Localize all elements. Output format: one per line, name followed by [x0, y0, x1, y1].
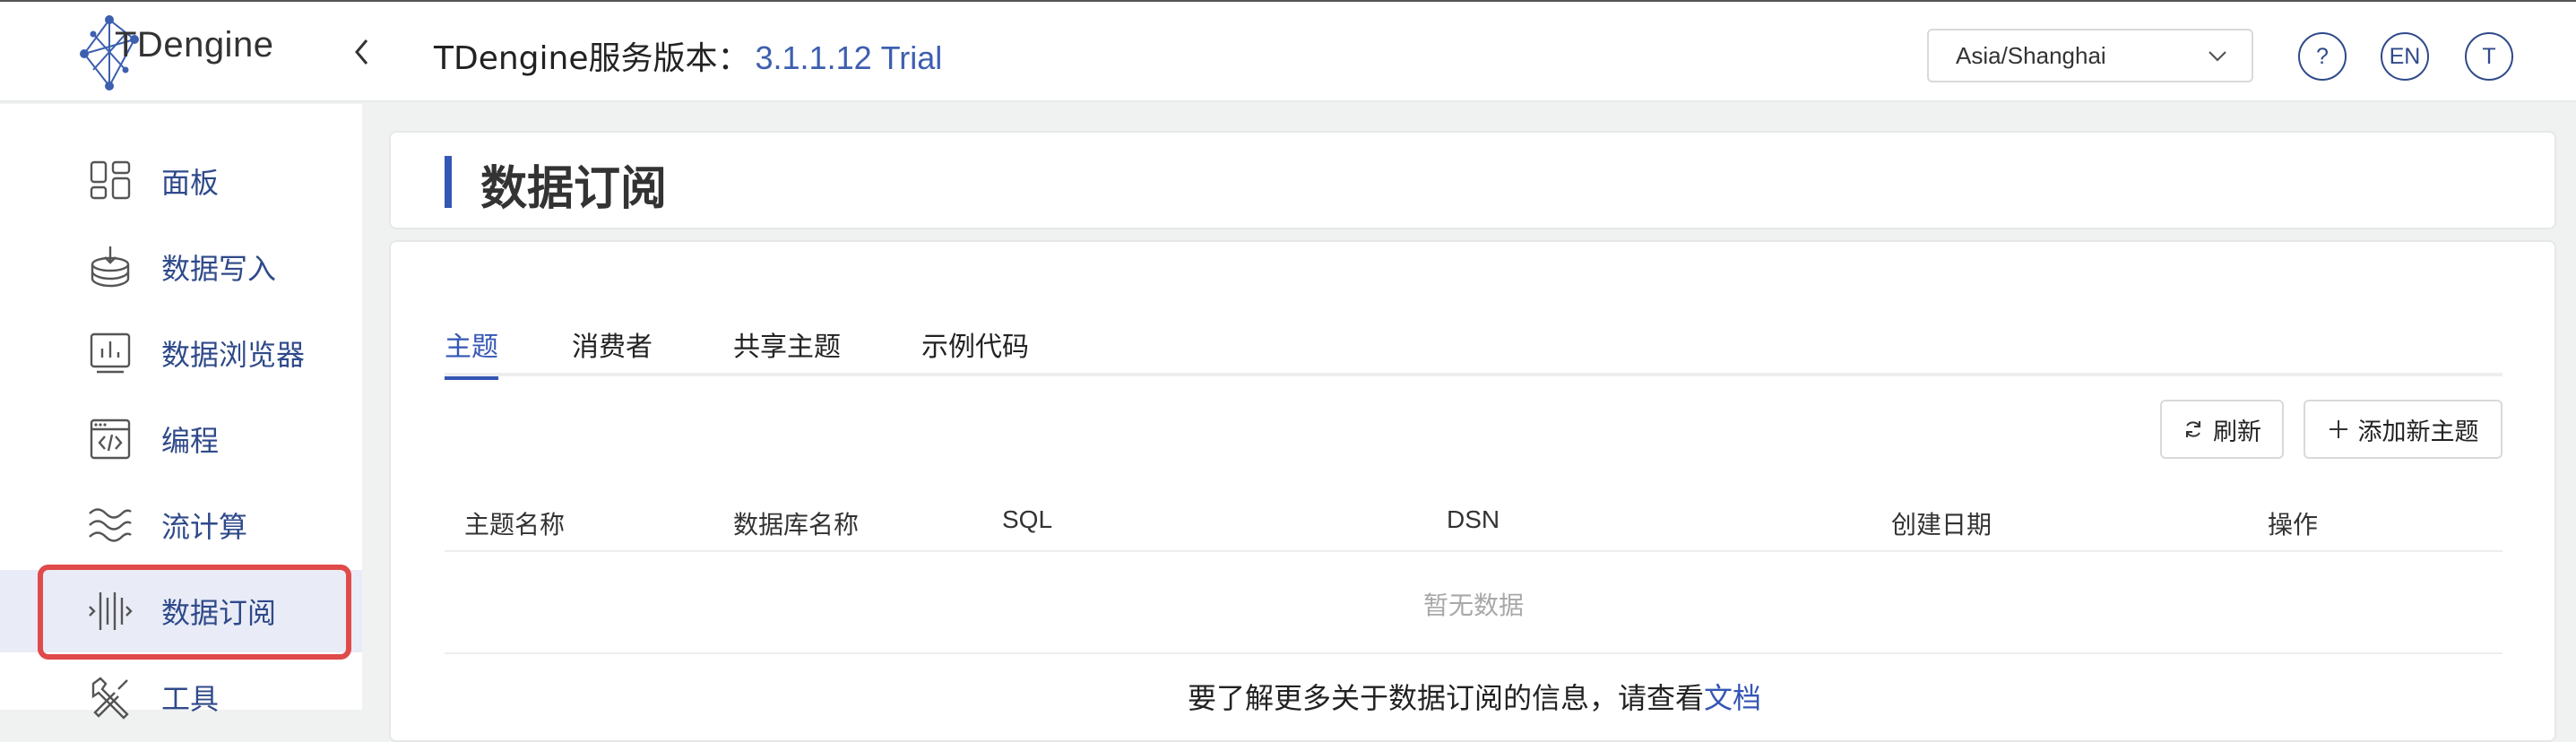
- sidebar-item-label: 流计算: [161, 510, 248, 544]
- timezone-value: Asia/Shanghai: [1956, 41, 2106, 69]
- page-title: 数据订阅: [480, 162, 668, 216]
- server-version: TDengine服务版本： 3.1.1.12 Trial: [434, 32, 942, 79]
- sidebar-item-label: 数据订阅: [161, 596, 277, 630]
- sidebar-item-label: 编程: [161, 424, 220, 458]
- content-card: 主题 消费者 共享主题 示例代码 刷新 添加新主题 主题名称 数据库名称 SQL…: [389, 240, 2556, 742]
- collapse-sidebar-button[interactable]: [350, 34, 375, 70]
- docs-footnote: 要了解更多关于数据订阅的信息，请查看文档: [391, 676, 2558, 717]
- subscription-icon: [89, 592, 133, 630]
- refresh-button[interactable]: 刷新: [2160, 400, 2284, 459]
- column-header-actions: 操作: [2268, 510, 2319, 539]
- help-button[interactable]: ?: [2298, 32, 2347, 81]
- add-topic-button[interactable]: 添加新主题: [2304, 400, 2503, 459]
- page-title-card: 数据订阅: [389, 131, 2556, 229]
- chevron-left-icon: [355, 39, 368, 65]
- sidebar-item-stream[interactable]: 流计算: [0, 484, 362, 566]
- data-ingest-icon: [91, 246, 130, 288]
- tab-consumers[interactable]: 消费者: [572, 317, 653, 376]
- empty-text: 暂无数据: [1422, 591, 1524, 620]
- tools-icon: [91, 677, 129, 720]
- refresh-icon: [2186, 421, 2200, 437]
- add-topic-label: 添加新主题: [2357, 418, 2479, 446]
- chevron-down-icon: [2209, 51, 2226, 62]
- column-header-dsn: DSN: [1447, 505, 1500, 533]
- tab-shared-topics[interactable]: 共享主题: [733, 317, 841, 376]
- table-header: 主题名称 数据库名称 SQL DSN 创建日期 操作: [445, 491, 2503, 552]
- tab-bar: 主题 消费者 共享主题 示例代码: [445, 317, 2503, 376]
- column-header-database-name: 数据库名称: [733, 510, 860, 539]
- version-label: TDengine服务版本：: [434, 40, 750, 77]
- column-header-topic-name: 主题名称: [464, 510, 566, 539]
- tab-topics[interactable]: 主题: [445, 317, 498, 376]
- docs-link[interactable]: 文档: [1704, 681, 1761, 715]
- column-header-created-date: 创建日期: [1891, 510, 1993, 539]
- plus-icon: [2329, 420, 2347, 438]
- sidebar-item-label: 面板: [161, 166, 220, 200]
- sidebar-item-data-explorer[interactable]: 数据浏览器: [0, 312, 362, 394]
- stream-icon: [89, 508, 132, 542]
- sidebar-item-data-subscription[interactable]: 数据订阅: [0, 570, 362, 652]
- tab-sample-code[interactable]: 示例代码: [921, 317, 1029, 376]
- top-header: TDengine TDengine服务版本： 3.1.1.12 Trial Asi…: [0, 2, 2576, 102]
- data-explorer-icon: [90, 332, 131, 374]
- sidebar-item-label: 数据浏览器: [161, 338, 306, 372]
- footnote-text: 要了解更多关于数据订阅的信息，请查看: [1187, 681, 1704, 715]
- language-button[interactable]: EN: [2381, 32, 2429, 81]
- refresh-label: 刷新: [2213, 418, 2261, 446]
- sidebar-item-dashboard[interactable]: 面板: [0, 140, 362, 222]
- dashboard-icon: [90, 160, 131, 200]
- active-tab-indicator: [445, 376, 498, 380]
- code-icon: [90, 418, 131, 460]
- timezone-select[interactable]: Asia/Shanghai: [1927, 29, 2253, 82]
- table-empty-row: 暂无数据: [445, 552, 2503, 654]
- sidebar-item-programming[interactable]: 编程: [0, 398, 362, 480]
- version-number: 3.1.1.12 Trial: [755, 39, 943, 76]
- sidebar-item-data-ingest[interactable]: 数据写入: [0, 226, 362, 308]
- logo-text: TDengine: [115, 25, 274, 65]
- sidebar-item-tools[interactable]: 工具: [0, 656, 362, 738]
- user-avatar-button[interactable]: T: [2465, 32, 2513, 81]
- sidebar-item-label: 数据写入: [161, 252, 277, 286]
- sidebar: 面板 数据写入 数据浏览器 编程 流计算 数据订阅 工具: [0, 104, 362, 720]
- title-accent-bar: [445, 156, 452, 208]
- sidebar-item-label: 工具: [161, 682, 220, 716]
- column-header-sql: SQL: [1002, 505, 1053, 533]
